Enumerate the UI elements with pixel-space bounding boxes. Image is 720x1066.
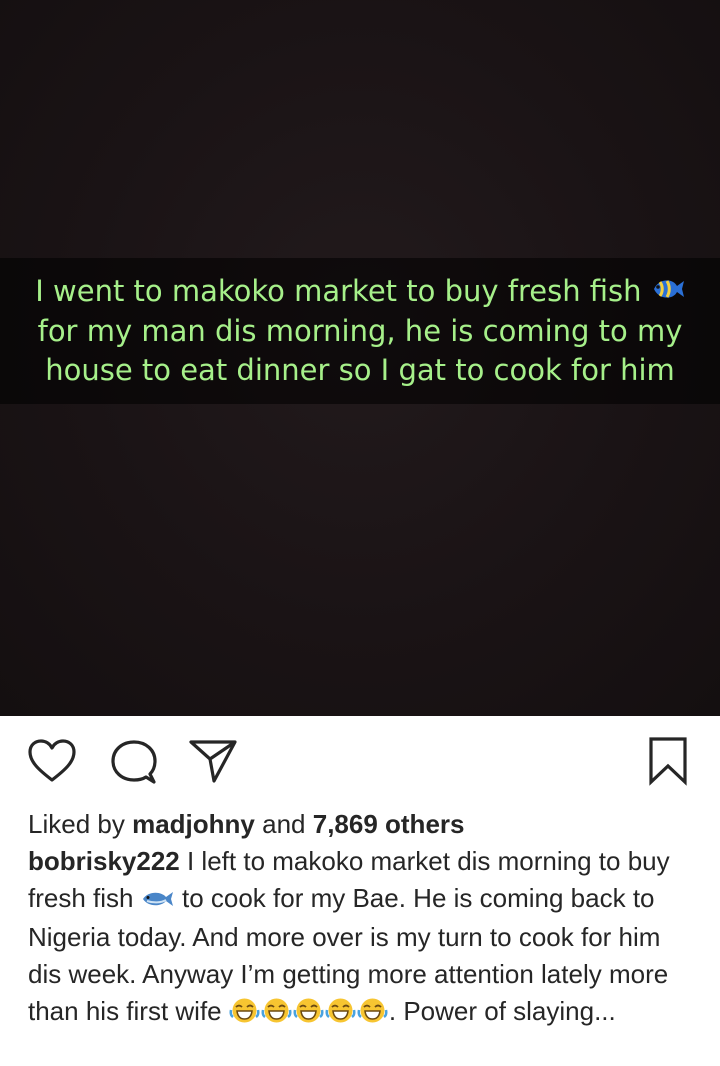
laughing-face-icon (357, 998, 388, 1023)
laughing-face-icon (293, 998, 324, 1023)
likes-middle: and (262, 809, 306, 839)
likes-summary[interactable]: Liked by madjohny and 7,869 others (28, 806, 698, 843)
caption-username[interactable]: bobrisky222 (28, 846, 180, 876)
post-caption: bobrisky222 I left to makoko market dis … (28, 843, 698, 1030)
liked-by-user[interactable]: madjohny (132, 809, 255, 839)
post-meta: Liked by madjohny and 7,869 others bobri… (28, 806, 698, 1030)
laughing-face-icon (325, 998, 356, 1023)
laughing-face-icon (229, 998, 260, 1023)
fish-icon (141, 882, 175, 919)
post-action-bar (0, 716, 720, 806)
comment-icon[interactable] (110, 738, 158, 786)
overlay-line-3: house to eat dinner so I gat to cook for… (45, 353, 675, 388)
overlay-line-2: for my man dis morning, he is coming to … (37, 314, 683, 349)
photo-overlay-text: I went to makoko market to buy fresh fis… (20, 272, 700, 391)
caption-text-3: . Power of slaying... (388, 995, 616, 1026)
likes-count[interactable]: 7,869 others (313, 809, 465, 839)
likes-prefix: Liked by (28, 809, 125, 839)
overlay-line-1: I went to makoko market to buy fresh fis… (35, 273, 642, 308)
tropical-fish-icon (651, 273, 685, 312)
post-photo[interactable]: I went to makoko market to buy fresh fis… (0, 0, 720, 716)
bookmark-icon[interactable] (648, 736, 688, 786)
heart-icon[interactable] (27, 738, 77, 784)
laughing-face-icon (261, 998, 292, 1023)
laugh-emojis (229, 996, 389, 1026)
send-icon[interactable] (188, 738, 238, 784)
photo-text-band: I went to makoko market to buy fresh fis… (0, 258, 720, 404)
